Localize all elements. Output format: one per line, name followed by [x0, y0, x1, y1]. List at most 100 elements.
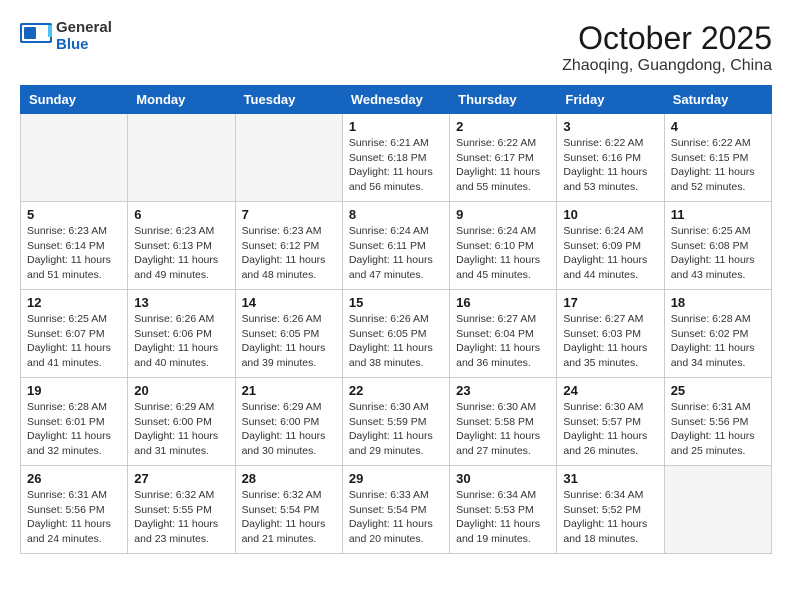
calendar-cell: 12 Sunrise: 6:25 AM Sunset: 6:07 PM Dayli… — [21, 290, 128, 378]
weekday-header-saturday: Saturday — [664, 86, 771, 114]
month-title: October 2025 — [562, 20, 772, 57]
day-info: Sunrise: 6:22 AM Sunset: 6:15 PM Dayligh… — [671, 136, 765, 195]
calendar-cell: 7 Sunrise: 6:23 AM Sunset: 6:12 PM Daylig… — [235, 202, 342, 290]
calendar-cell: 30Sunrise: 6:34 AM Sunset: 5:53 PM Dayli… — [450, 466, 557, 554]
day-info: Sunrise: 6:21 AM Sunset: 6:18 PM Dayligh… — [349, 136, 443, 195]
day-number: 21 — [242, 383, 336, 398]
day-info: Sunrise: 6:28 AM Sunset: 6:01 PM Dayligh… — [27, 400, 121, 459]
calendar-week-row: 12 Sunrise: 6:25 AM Sunset: 6:07 PM Dayli… — [21, 290, 772, 378]
calendar-cell: 29Sunrise: 6:33 AM Sunset: 5:54 PM Dayli… — [342, 466, 449, 554]
day-number: 25 — [671, 383, 765, 398]
calendar-cell: 21 Sunrise: 6:29 AM Sunset: 6:00 PM Dayli… — [235, 378, 342, 466]
day-info: Sunrise: 6:32 AM Sunset: 5:55 PM Dayligh… — [134, 488, 228, 547]
day-number: 12 — [27, 295, 121, 310]
calendar-cell: 14 Sunrise: 6:26 AM Sunset: 6:05 PM Dayli… — [235, 290, 342, 378]
calendar-cell: 19 Sunrise: 6:28 AM Sunset: 6:01 PM Dayli… — [21, 378, 128, 466]
calendar-cell: 11 Sunrise: 6:25 AM Sunset: 6:08 PM Dayli… — [664, 202, 771, 290]
day-number: 24 — [563, 383, 657, 398]
day-number: 29 — [349, 471, 443, 486]
day-info: Sunrise: 6:25 AM Sunset: 6:08 PM Dayligh… — [671, 224, 765, 283]
day-info: Sunrise: 6:30 AM Sunset: 5:58 PM Dayligh… — [456, 400, 550, 459]
calendar-cell: 22 Sunrise: 6:30 AM Sunset: 5:59 PM Dayli… — [342, 378, 449, 466]
day-info: Sunrise: 6:23 AM Sunset: 6:13 PM Dayligh… — [134, 224, 228, 283]
day-number: 1 — [349, 119, 443, 134]
calendar-cell — [128, 114, 235, 202]
calendar-cell: 3 Sunrise: 6:22 AM Sunset: 6:16 PM Daylig… — [557, 114, 664, 202]
day-number: 3 — [563, 119, 657, 134]
day-number: 16 — [456, 295, 550, 310]
calendar-cell: 1 Sunrise: 6:21 AM Sunset: 6:18 PM Daylig… — [342, 114, 449, 202]
day-number: 11 — [671, 207, 765, 222]
weekday-header-thursday: Thursday — [450, 86, 557, 114]
day-number: 28 — [242, 471, 336, 486]
day-info: Sunrise: 6:28 AM Sunset: 6:02 PM Dayligh… — [671, 312, 765, 371]
calendar-cell: 16 Sunrise: 6:27 AM Sunset: 6:04 PM Dayli… — [450, 290, 557, 378]
calendar-cell: 28 Sunrise: 6:32 AM Sunset: 5:54 PM Dayli… — [235, 466, 342, 554]
weekday-header-tuesday: Tuesday — [235, 86, 342, 114]
calendar-cell: 5Sunrise: 6:23 AM Sunset: 6:14 PM Daylig… — [21, 202, 128, 290]
day-number: 8 — [349, 207, 443, 222]
day-number: 23 — [456, 383, 550, 398]
day-info: Sunrise: 6:26 AM Sunset: 6:05 PM Dayligh… — [349, 312, 443, 371]
day-info: Sunrise: 6:22 AM Sunset: 6:16 PM Dayligh… — [563, 136, 657, 195]
calendar-cell: 15 Sunrise: 6:26 AM Sunset: 6:05 PM Dayli… — [342, 290, 449, 378]
day-info: Sunrise: 6:23 AM Sunset: 6:12 PM Dayligh… — [242, 224, 336, 283]
day-info: Sunrise: 6:31 AM Sunset: 5:56 PM Dayligh… — [27, 488, 121, 547]
header: General Blue October 2025 Zhaoqing, Guan… — [20, 20, 772, 75]
day-info: Sunrise: 6:25 AM Sunset: 6:07 PM Dayligh… — [27, 312, 121, 371]
day-info: Sunrise: 6:29 AM Sunset: 6:00 PM Dayligh… — [242, 400, 336, 459]
location-title: Zhaoqing, Guangdong, China — [562, 57, 772, 75]
calendar-cell: 31Sunrise: 6:34 AM Sunset: 5:52 PM Dayli… — [557, 466, 664, 554]
day-number: 26 — [27, 471, 121, 486]
calendar-cell — [664, 466, 771, 554]
day-info: Sunrise: 6:26 AM Sunset: 6:06 PM Dayligh… — [134, 312, 228, 371]
day-number: 18 — [671, 295, 765, 310]
weekday-header-monday: Monday — [128, 86, 235, 114]
calendar-cell: 4 Sunrise: 6:22 AM Sunset: 6:15 PM Daylig… — [664, 114, 771, 202]
calendar-cell — [235, 114, 342, 202]
weekday-header-friday: Friday — [557, 86, 664, 114]
day-number: 19 — [27, 383, 121, 398]
calendar-cell: 13 Sunrise: 6:26 AM Sunset: 6:06 PM Dayli… — [128, 290, 235, 378]
calendar-week-row: 19 Sunrise: 6:28 AM Sunset: 6:01 PM Dayli… — [21, 378, 772, 466]
day-info: Sunrise: 6:32 AM Sunset: 5:54 PM Dayligh… — [242, 488, 336, 547]
day-info: Sunrise: 6:24 AM Sunset: 6:09 PM Dayligh… — [563, 224, 657, 283]
day-info: Sunrise: 6:22 AM Sunset: 6:17 PM Dayligh… — [456, 136, 550, 195]
title-area: October 2025 Zhaoqing, Guangdong, China — [562, 20, 772, 75]
calendar-week-row: 5Sunrise: 6:23 AM Sunset: 6:14 PM Daylig… — [21, 202, 772, 290]
calendar-cell: 20Sunrise: 6:29 AM Sunset: 6:00 PM Dayli… — [128, 378, 235, 466]
day-info: Sunrise: 6:27 AM Sunset: 6:04 PM Dayligh… — [456, 312, 550, 371]
day-info: Sunrise: 6:34 AM Sunset: 5:52 PM Dayligh… — [563, 488, 657, 547]
calendar-cell: 8Sunrise: 6:24 AM Sunset: 6:11 PM Daylig… — [342, 202, 449, 290]
logo: General Blue — [20, 20, 112, 53]
day-info: Sunrise: 6:30 AM Sunset: 5:59 PM Dayligh… — [349, 400, 443, 459]
day-number: 30 — [456, 471, 550, 486]
day-number: 17 — [563, 295, 657, 310]
logo-general: General — [56, 19, 112, 36]
day-number: 4 — [671, 119, 765, 134]
day-info: Sunrise: 6:30 AM Sunset: 5:57 PM Dayligh… — [563, 400, 657, 459]
day-number: 13 — [134, 295, 228, 310]
day-number: 14 — [242, 295, 336, 310]
logo-icon — [20, 23, 52, 51]
day-number: 2 — [456, 119, 550, 134]
calendar-week-row: 26 Sunrise: 6:31 AM Sunset: 5:56 PM Dayli… — [21, 466, 772, 554]
day-info: Sunrise: 6:23 AM Sunset: 6:14 PM Dayligh… — [27, 224, 121, 283]
calendar-header-row: SundayMondayTuesdayWednesdayThursdayFrid… — [21, 86, 772, 114]
calendar-cell: 6 Sunrise: 6:23 AM Sunset: 6:13 PM Daylig… — [128, 202, 235, 290]
day-info: Sunrise: 6:26 AM Sunset: 6:05 PM Dayligh… — [242, 312, 336, 371]
day-info: Sunrise: 6:27 AM Sunset: 6:03 PM Dayligh… — [563, 312, 657, 371]
day-number: 27 — [134, 471, 228, 486]
day-number: 22 — [349, 383, 443, 398]
day-info: Sunrise: 6:24 AM Sunset: 6:10 PM Dayligh… — [456, 224, 550, 283]
day-number: 6 — [134, 207, 228, 222]
calendar-cell — [21, 114, 128, 202]
day-number: 15 — [349, 295, 443, 310]
day-number: 7 — [242, 207, 336, 222]
calendar-week-row: 1 Sunrise: 6:21 AM Sunset: 6:18 PM Daylig… — [21, 114, 772, 202]
calendar-cell: 25Sunrise: 6:31 AM Sunset: 5:56 PM Dayli… — [664, 378, 771, 466]
day-number: 10 — [563, 207, 657, 222]
weekday-header-wednesday: Wednesday — [342, 86, 449, 114]
day-number: 20 — [134, 383, 228, 398]
calendar-cell: 18 Sunrise: 6:28 AM Sunset: 6:02 PM Dayli… — [664, 290, 771, 378]
